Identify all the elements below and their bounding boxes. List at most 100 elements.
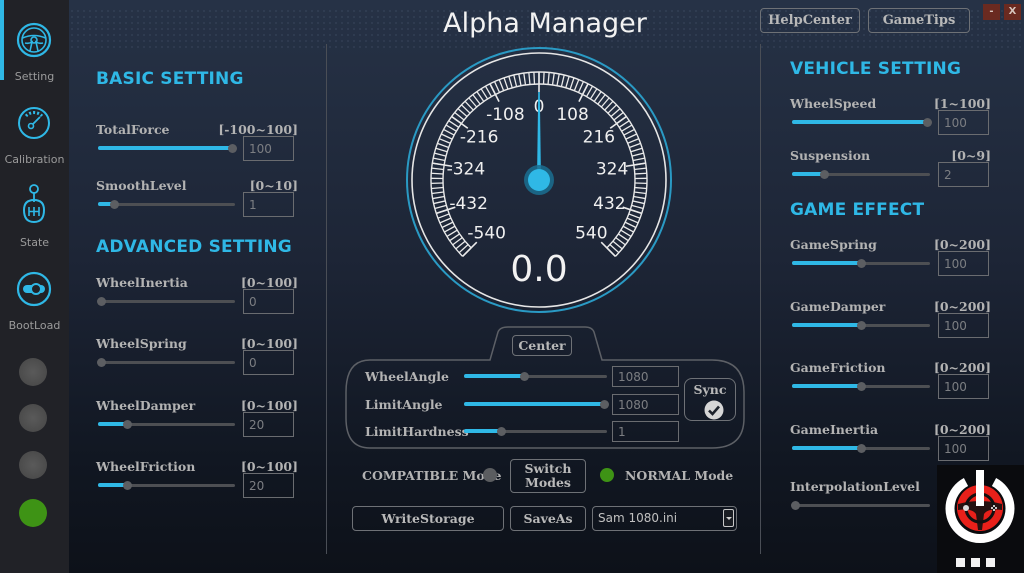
suspension-input[interactable]	[938, 162, 989, 187]
slider-fill	[792, 384, 861, 388]
gauge-minor-tick	[634, 172, 647, 175]
limit-hardness-slider[interactable]	[464, 425, 607, 437]
gauge-minor-tick	[577, 81, 585, 93]
chevron-down-icon[interactable]	[723, 509, 734, 527]
save-as-button[interactable]: SaveAs	[510, 506, 586, 531]
gauge-icon	[18, 107, 50, 139]
sidebar-item-bootload[interactable]: BootLoad	[0, 249, 69, 332]
toggle-icon	[16, 271, 52, 307]
slider-thumb[interactable]	[856, 320, 866, 330]
slider-thumb[interactable]	[227, 143, 237, 153]
wheel-damper-label: WheelDamper	[96, 398, 196, 413]
help-center-button[interactable]: HelpCenter	[760, 8, 860, 33]
wheel-damper-input[interactable]	[243, 412, 294, 437]
sidebar-item-label: BootLoad	[8, 319, 61, 332]
smooth-level-slider[interactable]	[98, 198, 235, 210]
gauge-minor-tick	[631, 204, 644, 210]
sync-toggle[interactable]: Sync	[684, 378, 736, 421]
sidebar-item-setting[interactable]: Setting	[0, 0, 69, 83]
slider-thumb[interactable]	[819, 169, 829, 179]
wheel-inertia-slider[interactable]	[96, 295, 235, 307]
slider-thumb[interactable]	[922, 117, 932, 127]
game-inertia-input[interactable]	[938, 436, 989, 461]
slider-thumb[interactable]	[96, 296, 106, 306]
menu-dot-icon[interactable]	[971, 558, 980, 567]
gauge-minor-tick	[518, 73, 522, 86]
suspension-slider[interactable]	[792, 168, 930, 180]
gauge-minor-tick	[480, 88, 489, 100]
wheel-angle-label: WheelAngle	[365, 369, 450, 384]
slider-thumb[interactable]	[790, 500, 800, 510]
minimize-button[interactable]: -	[983, 4, 1000, 20]
gauge-minor-tick	[597, 94, 606, 105]
game-damper-input[interactable]	[938, 313, 989, 338]
game-tips-button[interactable]: GameTips	[868, 8, 970, 33]
wheel-friction-slider[interactable]	[98, 479, 235, 491]
game-damper-slider[interactable]	[792, 319, 930, 331]
slider-thumb[interactable]	[109, 199, 119, 209]
gauge-tick-label: -216	[460, 128, 499, 148]
game-inertia-slider[interactable]	[792, 442, 930, 454]
write-storage-button[interactable]: WriteStorage	[352, 506, 504, 531]
limit-angle-slider[interactable]	[464, 398, 609, 410]
wheel-spring-slider[interactable]	[96, 356, 235, 368]
game-spring-slider[interactable]	[792, 257, 930, 269]
gauge-minor-tick	[627, 138, 640, 144]
sidebar-item-calibration[interactable]: Calibration	[0, 83, 69, 166]
menu-dot-icon[interactable]	[956, 558, 965, 567]
wheel-damper-slider[interactable]	[98, 418, 235, 430]
status-indicator-1	[19, 358, 47, 386]
gauge-minor-tick	[484, 85, 493, 97]
slider-thumb[interactable]	[856, 443, 866, 453]
wheel-inertia-input[interactable]	[243, 289, 294, 314]
limit-hardness-input[interactable]	[612, 421, 679, 442]
gauge-minor-tick	[434, 204, 447, 210]
slider-fill	[464, 402, 604, 406]
interpolation-level-slider[interactable]	[790, 499, 930, 511]
close-button[interactable]: X	[1004, 4, 1021, 20]
gauge-minor-tick	[498, 79, 505, 91]
slider-thumb[interactable]	[122, 480, 132, 490]
gauge-minor-tick	[446, 229, 458, 237]
gauge-minor-tick	[618, 233, 629, 242]
limit-angle-input[interactable]	[612, 394, 679, 415]
gauge-minor-tick	[631, 152, 644, 157]
brand-logo-icon[interactable]	[944, 468, 1016, 544]
wheel-angle-input[interactable]	[612, 366, 679, 387]
sidebar-item-state[interactable]: State	[0, 166, 69, 249]
game-friction-input[interactable]	[938, 374, 989, 399]
wheel-spring-input[interactable]	[243, 350, 294, 375]
gauge-minor-tick	[625, 133, 637, 140]
game-friction-slider[interactable]	[792, 380, 930, 392]
center-button[interactable]: Center	[512, 335, 572, 356]
gauge-minor-tick	[443, 128, 455, 136]
total-force-input[interactable]	[243, 136, 294, 161]
wheel-friction-input[interactable]	[243, 473, 294, 498]
smooth-level-input[interactable]	[243, 192, 294, 217]
smooth-level-range: [0~10]	[249, 178, 298, 193]
game-spring-input[interactable]	[938, 251, 989, 276]
wheel-angle-slider[interactable]	[464, 370, 607, 382]
slider-thumb[interactable]	[856, 258, 866, 268]
wheel-speed-input[interactable]	[938, 110, 989, 135]
slider-thumb[interactable]	[122, 419, 132, 429]
profile-select[interactable]: Sam 1080.ini	[592, 506, 737, 531]
gauge-minor-tick	[528, 72, 531, 85]
gear-shifter-icon	[22, 184, 46, 224]
wheel-speed-slider[interactable]	[792, 116, 932, 128]
gauge-tick-label: -432	[449, 194, 488, 214]
slider-thumb[interactable]	[599, 399, 609, 409]
gauge-minor-tick	[551, 72, 555, 86]
sidebar-item-label: Calibration	[4, 153, 65, 166]
slider-thumb[interactable]	[856, 381, 866, 391]
vehicle-setting-title: VEHICLE SETTING	[790, 59, 962, 79]
switch-modes-button[interactable]: Switch Modes	[510, 459, 586, 493]
menu-dot-icon[interactable]	[986, 558, 995, 567]
left-divider	[326, 44, 327, 554]
slider-thumb[interactable]	[520, 371, 530, 381]
total-force-slider[interactable]	[98, 142, 237, 154]
gauge-minor-tick	[533, 72, 536, 85]
slider-thumb[interactable]	[496, 426, 506, 436]
gauge-minor-tick	[589, 88, 598, 100]
slider-thumb[interactable]	[96, 357, 106, 367]
